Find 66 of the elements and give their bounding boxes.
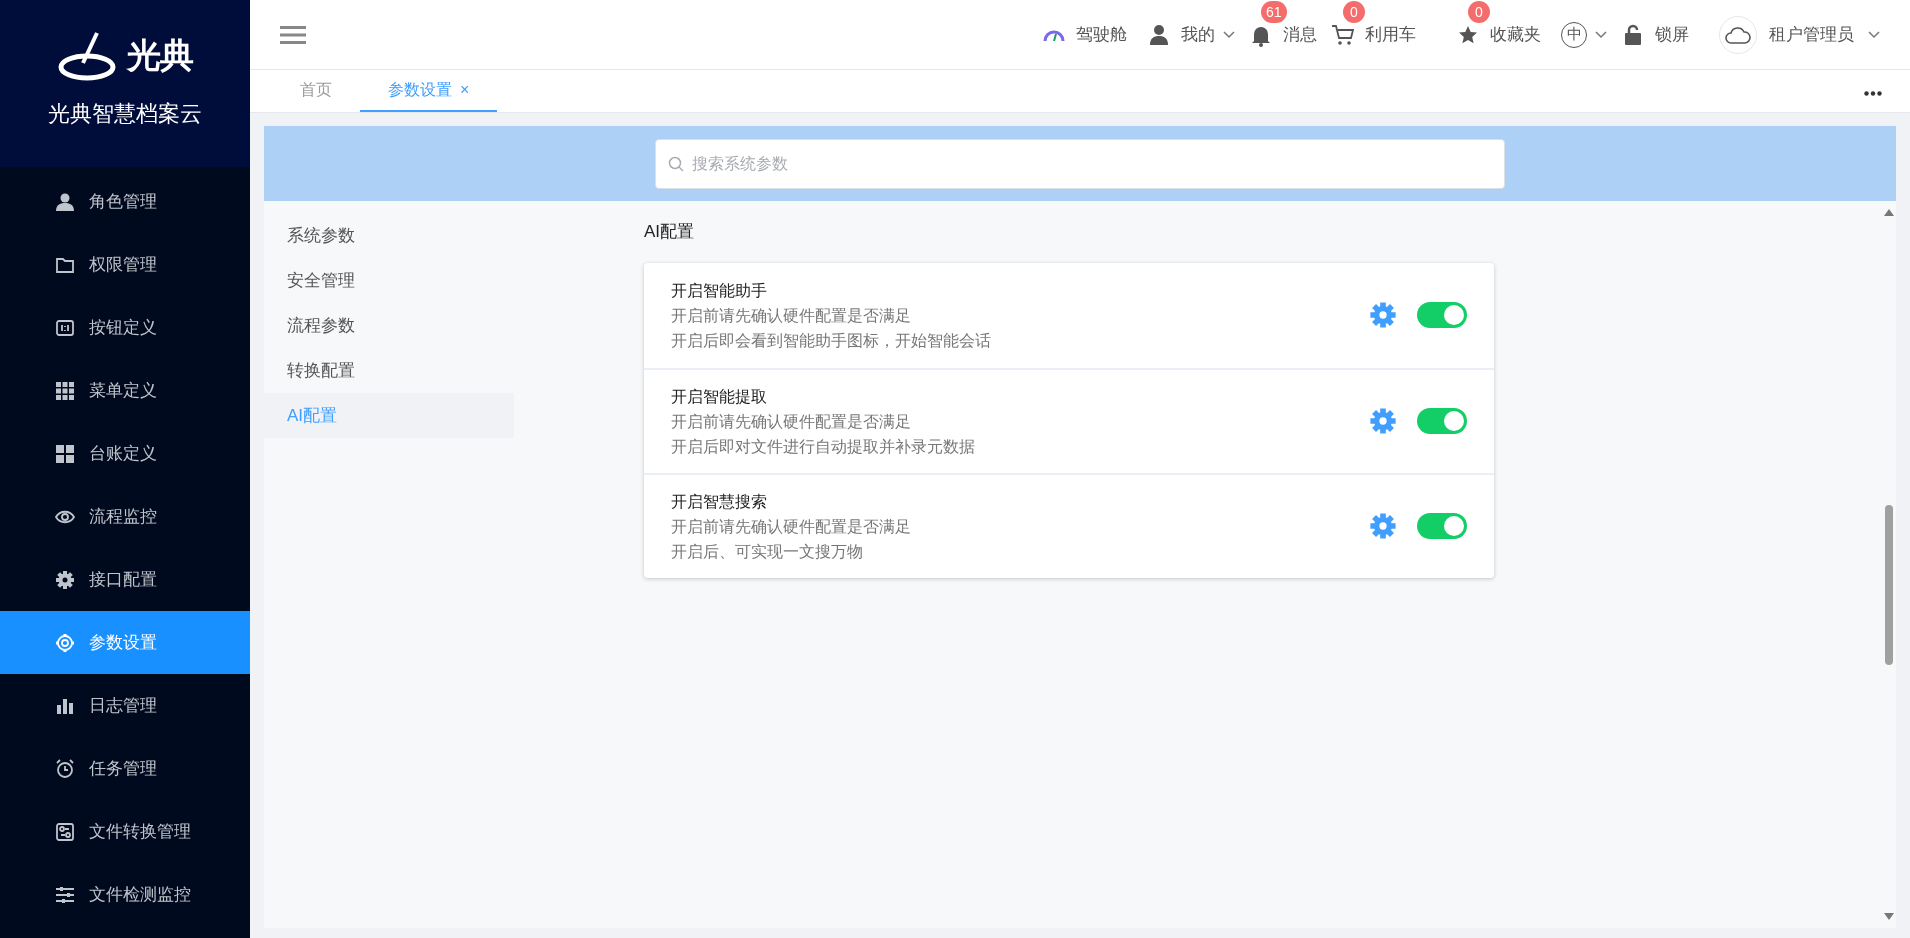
category-item[interactable]: 转换配置: [264, 348, 514, 393]
grid-icon: [55, 380, 75, 401]
sidebar-item[interactable]: 文件检测监控: [0, 863, 250, 926]
switches-icon: [55, 821, 75, 842]
header-link[interactable]: 驾驶舱: [1076, 21, 1127, 48]
category-item[interactable]: 流程参数: [264, 303, 514, 348]
sidebar-item[interactable]: 流程监控: [0, 485, 250, 548]
cloud-icon: [1724, 24, 1752, 45]
sidebar-item[interactable]: 权限管理: [0, 233, 250, 296]
count-badge: 0: [1468, 0, 1490, 23]
sidebar-item[interactable]: 文件转换管理: [0, 800, 250, 863]
setting-title: 开启智能提取: [671, 386, 768, 407]
logo-text: 光典: [126, 35, 194, 76]
caret-icon[interactable]: [1223, 30, 1235, 39]
scroll-down-icon[interactable]: [1884, 913, 1894, 920]
setting-description: 开启前请先确认硬件配置是否满足: [671, 305, 912, 326]
header-link[interactable]: 我的: [1181, 21, 1215, 48]
header-link[interactable]: 收藏夹: [1490, 21, 1541, 48]
sliders-icon: [55, 884, 75, 905]
search-icon: [668, 155, 684, 172]
sidebar-item[interactable]: 接口配置: [0, 548, 250, 611]
keypad-icon: [55, 317, 75, 338]
setting-description: 开启前请先确认硬件配置是否满足: [671, 411, 912, 432]
setting-description: 开启后、可实现一文搜万物: [671, 541, 864, 562]
menu-icon[interactable]: [280, 24, 306, 45]
settings-icon: [55, 632, 75, 653]
setting-title: 开启智慧搜索: [671, 491, 768, 512]
section-title: AI配置: [644, 221, 696, 243]
scroll-up-icon[interactable]: [1884, 209, 1894, 216]
setting-description: 开启后即对文件进行自动提取并补录元数据: [671, 436, 976, 457]
caret-icon[interactable]: [1868, 30, 1880, 39]
count-badge: 61: [1261, 0, 1287, 23]
toggle-switch[interactable]: [1417, 513, 1467, 539]
gear-icon: [55, 569, 75, 590]
sidebar-item[interactable]: 角色管理: [0, 170, 250, 233]
more-icon[interactable]: [1864, 91, 1882, 96]
sidebar-item[interactable]: 菜单定义: [0, 359, 250, 422]
header-link[interactable]: 利用车: [1365, 21, 1416, 48]
cart-icon[interactable]: [1331, 22, 1355, 47]
alarm-clock-icon: [55, 758, 75, 779]
person-icon[interactable]: [1147, 22, 1171, 47]
user-name[interactable]: 租户管理员: [1769, 21, 1854, 48]
category-item[interactable]: 安全管理: [264, 258, 514, 303]
settings-icon[interactable]: [1369, 301, 1397, 329]
sidebar-item[interactable]: 台账定义: [0, 422, 250, 485]
sidebar-item[interactable]: 日志管理: [0, 674, 250, 737]
person-icon: [55, 191, 75, 212]
setting-title: 开启智能助手: [671, 280, 768, 301]
header-link[interactable]: 消息: [1283, 21, 1317, 48]
settings-icon[interactable]: [1369, 512, 1397, 540]
scrollbar-thumb[interactable]: [1885, 505, 1893, 665]
caret-icon[interactable]: [1595, 30, 1607, 39]
toggle-switch[interactable]: [1417, 408, 1467, 434]
app-title: 光典智慧档案云: [48, 100, 202, 128]
setting-description: 开启后即会看到智能助手图标，开始智能会话: [671, 330, 992, 351]
header-link[interactable]: 锁屏: [1655, 21, 1689, 48]
category-item[interactable]: 系统参数: [264, 213, 514, 258]
toggle-switch[interactable]: [1417, 302, 1467, 328]
settings-icon[interactable]: [1369, 407, 1397, 435]
sidebar-item[interactable]: 按钮定义: [0, 296, 250, 359]
setting-description: 开启前请先确认硬件配置是否满足: [671, 516, 912, 537]
tiles-icon: [55, 443, 75, 464]
search-field[interactable]: 搜索系统参数: [655, 138, 1505, 189]
search-input: 搜索系统参数: [692, 151, 1492, 176]
count-badge: 0: [1343, 0, 1365, 23]
sidebar-item[interactable]: 任务管理: [0, 737, 250, 800]
